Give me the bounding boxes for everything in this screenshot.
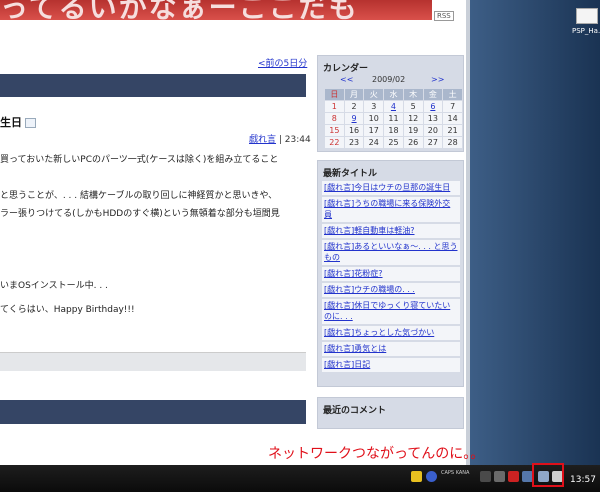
post-title: 生日 [0, 114, 36, 130]
post-body-line: と思うことが、. . . 結構ケーブルの取り回しに神経質かと思いきや、 [0, 191, 278, 201]
prev-5-days-link[interactable]: <前の5日分 [258, 56, 307, 69]
latest-title-link[interactable]: [戯れ言]ウチの職場の. . . [322, 283, 460, 297]
weekday-header: 火 [363, 88, 385, 101]
content-header-bar [0, 74, 306, 97]
latest-title-link[interactable]: [戯れ言]花粉症? [322, 267, 460, 281]
annotation-highlight-box [532, 463, 564, 487]
calendar-next-link[interactable]: >> [431, 75, 444, 84]
clock[interactable]: 13:57 [570, 475, 596, 485]
chevron-left-icon[interactable] [480, 471, 491, 482]
calendar-day: 20 [422, 124, 444, 137]
calendar-prev-link[interactable]: << [340, 75, 353, 84]
browser-page: ってるいかなぁーここだも RSS <前の5日分 生日 戯れ言 | 23:44 買… [0, 0, 470, 465]
desktop-file-icon[interactable] [576, 8, 598, 24]
calendar-day: 8 [324, 112, 345, 125]
calendar-day[interactable]: 6 [422, 100, 444, 113]
calendar-day[interactable]: 9 [343, 112, 365, 125]
post-title-text: 生日 [0, 116, 22, 129]
calendar-day: 17 [363, 124, 385, 137]
post-footer-bar [0, 352, 306, 371]
weekday-header: 木 [402, 88, 424, 101]
calendar-day: 7 [442, 100, 463, 113]
calendar-day: 24 [363, 136, 385, 149]
weekday-header: 月 [343, 88, 365, 101]
help-icon[interactable] [426, 471, 437, 482]
calendar-day: 2 [343, 100, 365, 113]
system-tray: CAPS KANA 13:57 [408, 467, 600, 490]
post-body-line: いまOSインストール中. . . [0, 281, 108, 291]
calendar-day: 15 [324, 124, 345, 137]
weekday-header: 水 [383, 88, 404, 101]
antivirus-icon[interactable] [508, 471, 519, 482]
desktop-background [470, 0, 600, 465]
post-body-line: ラー張りつけてる(しかもHDDのすぐ横)という無頓着な部分も垣間見 [0, 209, 280, 219]
latest-title-link[interactable]: [戯れ言]勇気とは [322, 342, 460, 356]
post-time: | 23:44 [278, 135, 311, 145]
calendar-day[interactable]: 4 [383, 100, 404, 113]
calendar-day: 19 [402, 124, 424, 137]
tray-app-icon[interactable] [494, 471, 505, 482]
ime-status[interactable]: CAPS KANA [441, 470, 469, 476]
calendar-day: 1 [324, 100, 345, 113]
next-section-header-bar [0, 400, 306, 424]
post-category-link[interactable]: 戯れ言 [249, 135, 276, 145]
latest-title-link[interactable]: [戯れ言]軽自動車は軽油? [322, 224, 460, 238]
latest-title-link[interactable]: [戯れ言]うちの職場に来る保険外交員 [322, 197, 460, 222]
calendar-day: 16 [343, 124, 365, 137]
calendar-day: 27 [422, 136, 444, 149]
calendar-month: 2009/02 [372, 75, 406, 84]
calendar-day: 26 [402, 136, 424, 149]
post-body-line: てくらはい、Happy Birthday!!! [0, 305, 135, 315]
calendar-day: 18 [383, 124, 404, 137]
calendar-day: 12 [402, 112, 424, 125]
calendar-day: 14 [442, 112, 463, 125]
calendar-day: 13 [422, 112, 444, 125]
calendar-day: 11 [383, 112, 404, 125]
latest-titles-widget: 最新タイトル [戯れ言]今日はウチの旦那の誕生日 [戯れ言]うちの職場に来る保険… [317, 160, 464, 387]
calendar-day: 22 [324, 136, 345, 149]
edit-icon[interactable] [25, 118, 36, 128]
weekday-header: 日 [324, 88, 345, 101]
calendar-day: 25 [383, 136, 404, 149]
calendar-day: 28 [442, 136, 463, 149]
blog-banner: ってるいかなぁーここだも [0, 0, 432, 20]
calendar-day: 3 [363, 100, 385, 113]
post-body-line: 買っておいた新しいPCのパーツ一式(ケースは除く)を組み立てること [0, 155, 279, 165]
weekday-header: 土 [442, 88, 463, 101]
calendar-day: 23 [343, 136, 365, 149]
handwritten-annotation: ネットワークつながってんのに。。 [268, 446, 485, 462]
calendar-widget: カレンダー << 2009/02 >> 日 月 火 水 木 金 土 1 2 3 … [317, 55, 464, 152]
latest-title-link[interactable]: [戯れ言]日記 [322, 358, 460, 372]
latest-title-link[interactable]: [戯れ言]休日でゆっくり寝ていたいのに. . . [322, 299, 460, 324]
latest-titles-heading: 最新タイトル [323, 169, 378, 179]
post-meta: 戯れ言 | 23:44 [249, 132, 311, 145]
latest-title-link[interactable]: [戯れ言]あるといいなぁ〜. . . と思うもの [322, 240, 460, 265]
banner-text: ってるいかなぁーここだも [0, 0, 359, 20]
latest-titles-list: [戯れ言]今日はウチの旦那の誕生日 [戯れ言]うちの職場に来る保険外交員 [戯れ… [322, 181, 460, 374]
latest-title-link[interactable]: [戯れ言]今日はウチの旦那の誕生日 [322, 181, 460, 195]
calendar-day: 21 [442, 124, 463, 137]
calendar-title: カレンダー [323, 64, 369, 74]
recent-comments-heading: 最近のコメント [323, 406, 387, 416]
latest-title-link[interactable]: [戯れ言]ちょっとした気づかい [322, 326, 460, 340]
recent-comments-widget: 最近のコメント [317, 397, 464, 429]
rss-badge[interactable]: RSS [434, 11, 454, 21]
calendar-day: 10 [363, 112, 385, 125]
calendar-day: 5 [402, 100, 424, 113]
calendar-grid: 日 月 火 水 木 金 土 1 2 3 4 5 6 7 8 9 10 11 12… [324, 88, 463, 149]
messenger-icon[interactable] [411, 471, 422, 482]
weekday-header: 金 [422, 88, 444, 101]
desktop-icon-label: PSP_Ha... [572, 27, 600, 35]
